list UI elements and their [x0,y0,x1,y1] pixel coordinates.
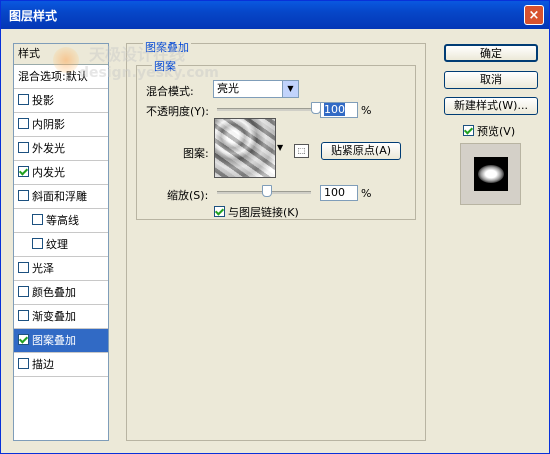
style-item-label: 外发光 [32,142,65,155]
checkbox-icon[interactable] [214,206,225,217]
scale-slider-thumb[interactable] [262,185,272,197]
checkbox-icon[interactable] [18,358,29,369]
title-bar[interactable]: 图层样式 × [1,1,549,29]
layer-style-dialog: 图层样式 × 样式 混合选项:默认 投影内阴影外发光内发光斜面和浮雕等高线纹理光… [0,0,550,454]
styles-list: 样式 混合选项:默认 投影内阴影外发光内发光斜面和浮雕等高线纹理光泽颜色叠加渐变… [13,43,109,441]
preview-checkbox[interactable]: 预览(V) [463,123,515,139]
preview-label: 预览(V) [477,125,516,138]
pattern-label: 图案: [183,147,209,160]
scale-value: 100 [324,186,345,199]
blend-mode-value: 亮光 [217,82,239,95]
new-preset-icon[interactable]: ⬚ [294,144,309,158]
checkbox-icon[interactable] [18,310,29,321]
blend-mode-select[interactable]: 亮光 ▼ [213,80,299,98]
style-item-label: 图案叠加 [32,334,76,347]
window-title: 图层样式 [9,9,58,23]
style-item[interactable]: 渐变叠加 [14,305,108,329]
style-item-label: 斜面和浮雕 [32,190,87,203]
style-item[interactable]: 外发光 [14,137,108,161]
close-icon[interactable]: × [529,8,540,23]
scale-label: 缩放(S): [167,189,209,202]
opacity-label: 不透明度(Y): [146,105,210,118]
style-item[interactable]: 图案叠加 [14,329,108,353]
close-button[interactable]: × [524,5,544,25]
checkbox-icon[interactable] [18,166,29,177]
style-item[interactable]: 颜色叠加 [14,281,108,305]
checkbox-icon[interactable] [463,125,474,136]
style-item-label: 光泽 [32,262,54,275]
style-item[interactable]: 纹理 [14,233,108,257]
pattern-overlay-group-title: 图案叠加 [143,39,191,55]
style-item-label: 等高线 [46,214,79,227]
pattern-picker-arrow-icon[interactable]: ▼ [277,143,283,152]
checkbox-icon[interactable] [32,214,43,225]
style-item-label: 投影 [32,94,54,107]
style-item-label: 内阴影 [32,118,65,131]
style-item[interactable]: 光泽 [14,257,108,281]
style-item-label: 内发光 [32,166,65,179]
style-item[interactable]: 内阴影 [14,113,108,137]
style-item-label: 描边 [32,358,54,371]
link-with-layer-label: 与图层链接(K) [228,206,299,219]
pattern-group-title: 图案 [152,58,178,74]
cancel-button[interactable]: 取消 [444,71,538,89]
ok-button[interactable]: 确定 [444,44,538,62]
style-item[interactable]: 内发光 [14,161,108,185]
checkbox-icon[interactable] [18,94,29,105]
pattern-swatch[interactable] [214,118,276,178]
style-item-label: 纹理 [46,238,68,251]
style-item[interactable]: 斜面和浮雕 [14,185,108,209]
checkbox-icon[interactable] [18,118,29,129]
opacity-value: 100 [324,103,345,116]
new-style-button[interactable]: 新建样式(W)... [444,97,538,115]
style-item[interactable]: 等高线 [14,209,108,233]
styles-list-header[interactable]: 样式 [14,44,108,65]
chevron-down-icon[interactable]: ▼ [282,81,298,97]
checkbox-icon[interactable] [18,190,29,201]
checkbox-icon[interactable] [18,262,29,273]
style-item-label: 颜色叠加 [32,286,76,299]
style-preview-thumbnail [460,143,521,205]
style-item[interactable]: 描边 [14,353,108,377]
checkbox-icon[interactable] [18,286,29,297]
blend-options-item[interactable]: 混合选项:默认 [14,65,108,89]
opacity-percent: % [361,104,372,117]
opacity-input[interactable]: 100 [320,102,358,118]
style-item[interactable]: 投影 [14,89,108,113]
scale-input[interactable]: 100 [320,185,358,201]
snap-to-origin-button[interactable]: 贴紧原点(A) [321,142,401,160]
opacity-slider-track[interactable] [217,108,315,111]
checkbox-icon[interactable] [18,334,29,345]
link-with-layer-checkbox[interactable]: 与图层链接(K) [214,204,299,220]
checkbox-icon[interactable] [32,238,43,249]
checkbox-icon[interactable] [18,142,29,153]
style-item-label: 渐变叠加 [32,310,76,323]
blend-mode-label: 混合模式: [146,85,194,98]
scale-percent: % [361,187,372,200]
